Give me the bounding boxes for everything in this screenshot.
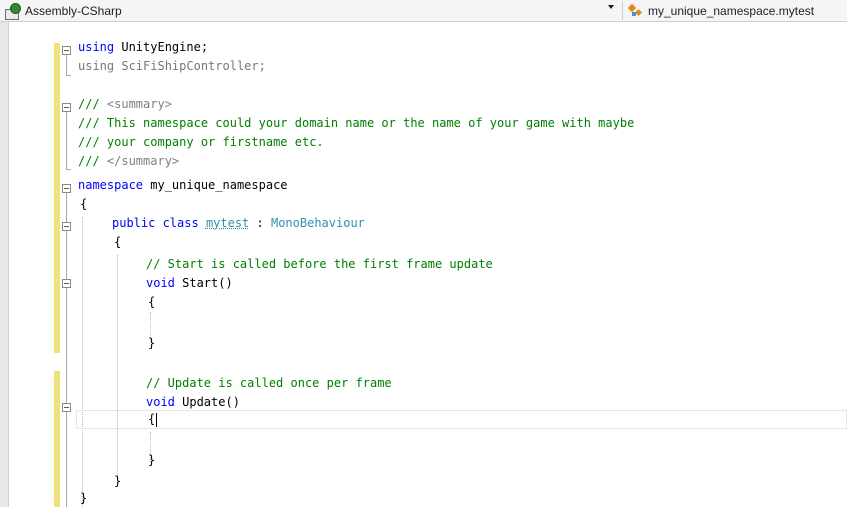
text-caret — [156, 413, 157, 427]
navbar-divider — [622, 1, 623, 20]
outline-collapse-icon[interactable] — [62, 103, 71, 112]
code-editor[interactable]: Assembly-CSharp my_unique_namespace.myte… — [0, 0, 847, 507]
outline-collapse-icon[interactable] — [62, 184, 71, 193]
selection-margin[interactable] — [0, 22, 9, 507]
code-line[interactable]: void Update() — [146, 393, 240, 412]
change-tracking-bar — [54, 43, 60, 353]
change-tracking-bar — [54, 371, 60, 507]
code-line[interactable]: } — [80, 489, 87, 508]
navigation-bar: Assembly-CSharp my_unique_namespace.myte… — [0, 0, 847, 22]
outline-line-end — [66, 169, 71, 170]
outline-collapse-icon[interactable] — [62, 222, 71, 231]
indent-guide — [82, 217, 83, 507]
code-line[interactable]: using UnityEngine; — [78, 38, 208, 57]
line-number-gutter — [9, 22, 53, 507]
chevron-down-icon[interactable] — [608, 5, 614, 9]
xml-doc-comment[interactable]: /// This namespace could your domain nam… — [78, 114, 634, 133]
class-member-icon — [627, 3, 644, 18]
current-line-highlight — [76, 410, 847, 429]
code-line[interactable]: } — [148, 451, 155, 470]
scope-name: my_unique_namespace.mytest — [648, 3, 815, 18]
scope-dropdown[interactable]: my_unique_namespace.mytest — [627, 2, 815, 19]
project-name: Assembly-CSharp — [25, 3, 122, 18]
outline-line — [66, 193, 67, 507]
code-line[interactable]: { — [148, 293, 155, 312]
project-dropdown[interactable]: Assembly-CSharp — [4, 2, 622, 20]
indent-guide — [117, 255, 118, 480]
xml-doc-comment[interactable]: /// your company or firstname etc. — [78, 133, 324, 152]
csharp-project-icon — [4, 2, 22, 20]
code-line[interactable]: namespace my_unique_namespace — [78, 176, 288, 195]
code-line[interactable]: { — [80, 195, 87, 214]
outline-line — [66, 55, 67, 75]
code-line[interactable]: public class mytest : MonoBehaviour — [112, 214, 365, 233]
code-line[interactable]: } — [114, 472, 121, 491]
xml-doc-comment[interactable]: /// </summary> — [78, 152, 179, 171]
outline-line — [66, 112, 67, 169]
outline-collapse-icon[interactable] — [62, 403, 71, 412]
xml-doc-comment[interactable]: /// <summary> — [78, 95, 172, 114]
outline-collapse-icon[interactable] — [62, 46, 71, 55]
code-comment[interactable]: // Start is called before the first fram… — [146, 255, 493, 274]
code-comment[interactable]: // Update is called once per frame — [146, 374, 392, 393]
outline-collapse-icon[interactable] — [62, 279, 71, 288]
code-line[interactable]: } — [148, 334, 155, 353]
outline-line-end — [66, 75, 71, 76]
code-line[interactable]: { — [114, 233, 121, 252]
code-line[interactable]: void Start() — [146, 274, 233, 293]
code-line[interactable]: using SciFiShipController; — [78, 57, 266, 76]
code-line[interactable]: { — [148, 410, 155, 429]
